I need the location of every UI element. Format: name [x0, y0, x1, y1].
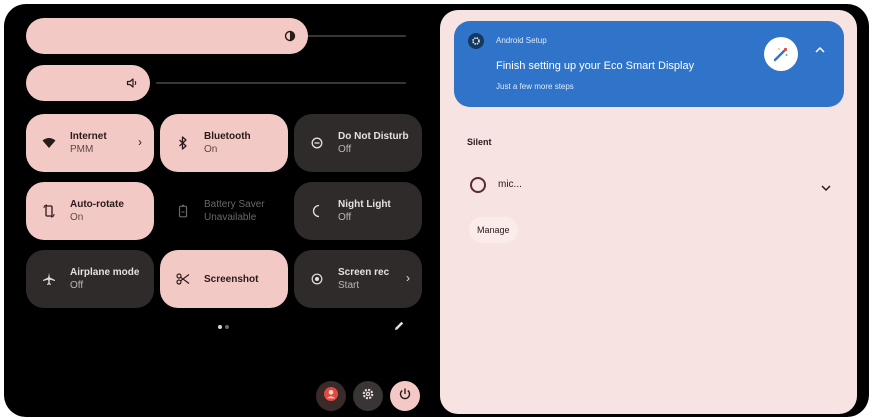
notification-title: Finish setting up your Eco Smart Display	[496, 60, 695, 72]
tile-status: PMM	[70, 144, 94, 155]
page-indicator	[218, 325, 229, 329]
airplane-icon	[40, 270, 58, 288]
tile-internet[interactable]: Internet PMM ›	[26, 114, 154, 172]
brightness-icon[interactable]	[272, 18, 308, 54]
settings-app-icon	[468, 33, 484, 49]
collapse-icon[interactable]	[814, 41, 826, 59]
battery-icon	[174, 202, 192, 220]
page-dot	[225, 325, 229, 329]
tile-airplane-mode[interactable]: Airplane mode Off	[26, 250, 154, 308]
app-icon-ring	[470, 177, 486, 193]
bluetooth-icon	[174, 134, 192, 152]
volume-icon[interactable]	[114, 65, 150, 101]
tile-night-light[interactable]: Night Light Off	[294, 182, 422, 240]
chevron-right-icon: ›	[406, 271, 410, 285]
tile-status: Start	[338, 280, 360, 291]
gear-icon	[361, 387, 375, 406]
setup-notification[interactable]: Android Setup Finish setting up your Eco…	[454, 21, 844, 107]
tile-label: Battery Saver	[204, 199, 265, 210]
dnd-icon	[308, 134, 326, 152]
tile-status: Off	[70, 280, 84, 291]
chevron-right-icon: ›	[138, 135, 142, 149]
page-dot-active	[218, 325, 222, 329]
tile-auto-rotate[interactable]: Auto-rotate On	[26, 182, 154, 240]
tile-label: Airplane mode	[70, 267, 140, 278]
tile-screenshot[interactable]: Screenshot	[160, 250, 288, 308]
tile-label: Do Not Disturb	[338, 131, 409, 142]
rotate-icon	[40, 202, 58, 220]
tile-status: Off	[338, 212, 352, 223]
tile-label: Internet	[70, 131, 107, 142]
wifi-icon	[40, 134, 58, 152]
volume-slider[interactable]	[26, 65, 406, 101]
tile-do-not-disturb[interactable]: Do Not Disturb Off	[294, 114, 422, 172]
tile-battery-saver[interactable]: Battery Saver Unavailable	[160, 182, 288, 240]
tile-label: Screenshot	[204, 273, 259, 285]
magic-wand-icon	[764, 37, 798, 71]
tile-label: Bluetooth	[204, 131, 251, 142]
silent-item-label: mic...	[498, 179, 522, 190]
user-button[interactable]	[316, 381, 346, 411]
tile-label: Screen rec	[338, 267, 390, 278]
notification-app-name: Android Setup	[496, 36, 547, 45]
notification-shade: Android Setup Finish setting up your Eco…	[440, 10, 857, 414]
record-icon	[308, 270, 326, 288]
tile-status: Off	[338, 144, 352, 155]
device-screen: Internet PMM › Bluetooth On Do Not Distu…	[4, 4, 869, 417]
tile-label: Night Light	[338, 199, 391, 210]
tile-screen-record[interactable]: Screen rec Start ›	[294, 250, 422, 308]
notification-subtitle: Just a few more steps	[496, 82, 574, 91]
manage-button[interactable]: Manage	[469, 217, 518, 243]
brightness-fill[interactable]	[26, 18, 308, 54]
user-icon	[323, 386, 339, 407]
tile-status: Unavailable	[204, 212, 257, 223]
tile-label: Auto-rotate	[70, 199, 124, 210]
silent-section-header: Silent	[467, 137, 492, 147]
volume-track[interactable]	[156, 82, 406, 84]
power-button[interactable]	[390, 381, 420, 411]
silent-notification-item[interactable]: mic...	[462, 170, 842, 200]
settings-button[interactable]	[353, 381, 383, 411]
chevron-down-icon[interactable]	[820, 179, 832, 197]
brightness-slider[interactable]	[26, 18, 406, 54]
power-icon	[398, 387, 412, 406]
scissors-icon	[174, 270, 192, 288]
tile-bluetooth[interactable]: Bluetooth On	[160, 114, 288, 172]
moon-icon	[308, 202, 326, 220]
tile-status: On	[70, 212, 84, 223]
edit-icon[interactable]	[393, 319, 405, 337]
tile-status: On	[204, 144, 218, 155]
